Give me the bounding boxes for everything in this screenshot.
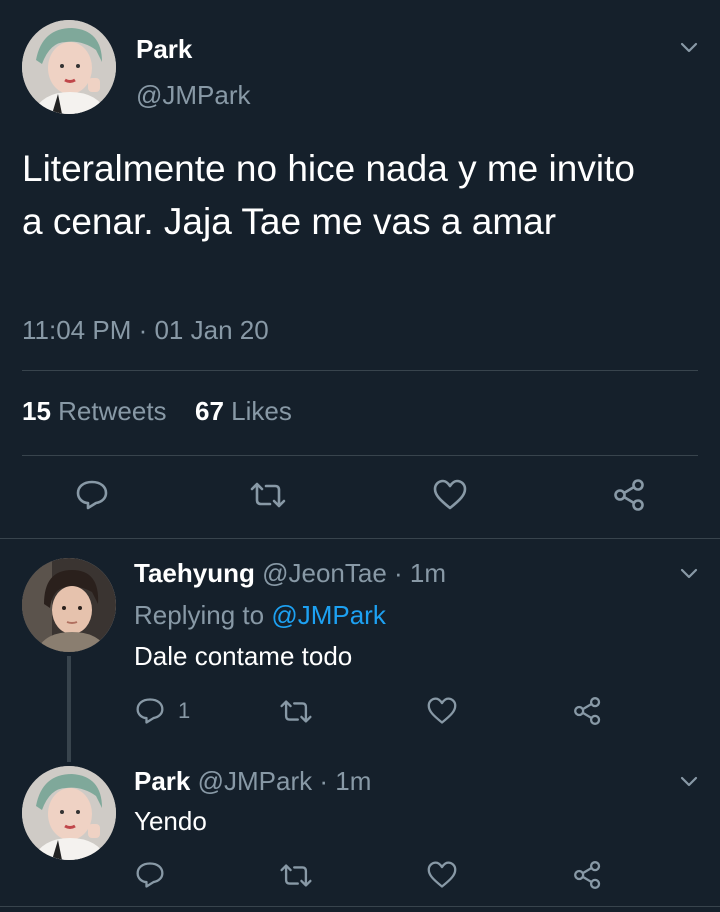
- retweet-icon: [250, 482, 286, 508]
- reply-handle[interactable]: @JMPark: [198, 766, 313, 796]
- reply-time[interactable]: · 1m: [394, 558, 446, 588]
- reply-header: Park @JMPark · 1m: [134, 766, 371, 797]
- chevron-down-icon[interactable]: [678, 770, 700, 792]
- share-button[interactable]: [572, 860, 604, 890]
- share-icon: [614, 479, 644, 511]
- reply-time[interactable]: · 1m: [319, 766, 371, 796]
- retweet-button[interactable]: [278, 698, 314, 725]
- like-button[interactable]: [432, 478, 468, 512]
- engagement-stats: 15 Retweets 67 Likes: [22, 396, 292, 427]
- likes-label[interactable]: Likes: [231, 396, 292, 426]
- heart-icon: [433, 479, 467, 510]
- retweet-button[interactable]: [248, 480, 288, 510]
- main-timestamp[interactable]: 11:04 PM · 01 Jan 20: [22, 315, 269, 346]
- reply-text: Dale contame todo: [134, 641, 353, 671]
- reply-handle[interactable]: @JeonTae: [262, 558, 387, 588]
- share-button[interactable]: [612, 478, 648, 512]
- heart-icon: [427, 861, 457, 888]
- main-display-name[interactable]: Park: [136, 34, 192, 65]
- reply-icon: [76, 480, 108, 510]
- avatar-taehyung[interactable]: [22, 558, 116, 652]
- avatar-park[interactable]: [22, 20, 116, 114]
- retweet-icon: [280, 864, 312, 887]
- divider: [22, 455, 698, 456]
- share-button[interactable]: [572, 696, 604, 726]
- retweet-button[interactable]: [278, 862, 314, 889]
- reply-button[interactable]: [134, 860, 166, 890]
- retweet-icon: [280, 700, 312, 723]
- reply-button[interactable]: 1: [134, 696, 190, 726]
- replying-to: Replying to @JMPark: [134, 600, 386, 631]
- chevron-down-icon[interactable]: [678, 36, 700, 58]
- reply-icon: [136, 862, 164, 888]
- share-icon: [574, 861, 601, 889]
- divider: [0, 538, 720, 539]
- reply-button[interactable]: [74, 478, 110, 512]
- reply-icon: [136, 698, 164, 724]
- likes-count[interactable]: 67: [195, 396, 224, 426]
- replying-to-link[interactable]: @JMPark: [271, 600, 386, 630]
- divider: [22, 370, 698, 371]
- avatar-park[interactable]: [22, 766, 116, 860]
- divider: [0, 906, 720, 907]
- chevron-down-icon[interactable]: [678, 562, 700, 584]
- main-tweet-text: Literalmente no hice nada y me invito a …: [22, 148, 635, 242]
- share-icon: [574, 697, 601, 725]
- retweets-label[interactable]: Retweets: [58, 396, 166, 426]
- main-handle[interactable]: @JMPark: [136, 80, 251, 111]
- heart-icon: [427, 697, 457, 724]
- reply-count: 1: [178, 698, 191, 723]
- reply-display-name[interactable]: Park: [134, 766, 190, 796]
- like-button[interactable]: [426, 860, 458, 890]
- replying-prefix: Replying to: [134, 600, 265, 630]
- reply-display-name[interactable]: Taehyung: [134, 558, 255, 588]
- retweets-count[interactable]: 15: [22, 396, 51, 426]
- thread-line: [67, 656, 71, 762]
- reply-header: Taehyung @JeonTae · 1m: [134, 558, 446, 589]
- like-button[interactable]: [426, 696, 458, 726]
- reply-text: Yendo: [134, 806, 207, 836]
